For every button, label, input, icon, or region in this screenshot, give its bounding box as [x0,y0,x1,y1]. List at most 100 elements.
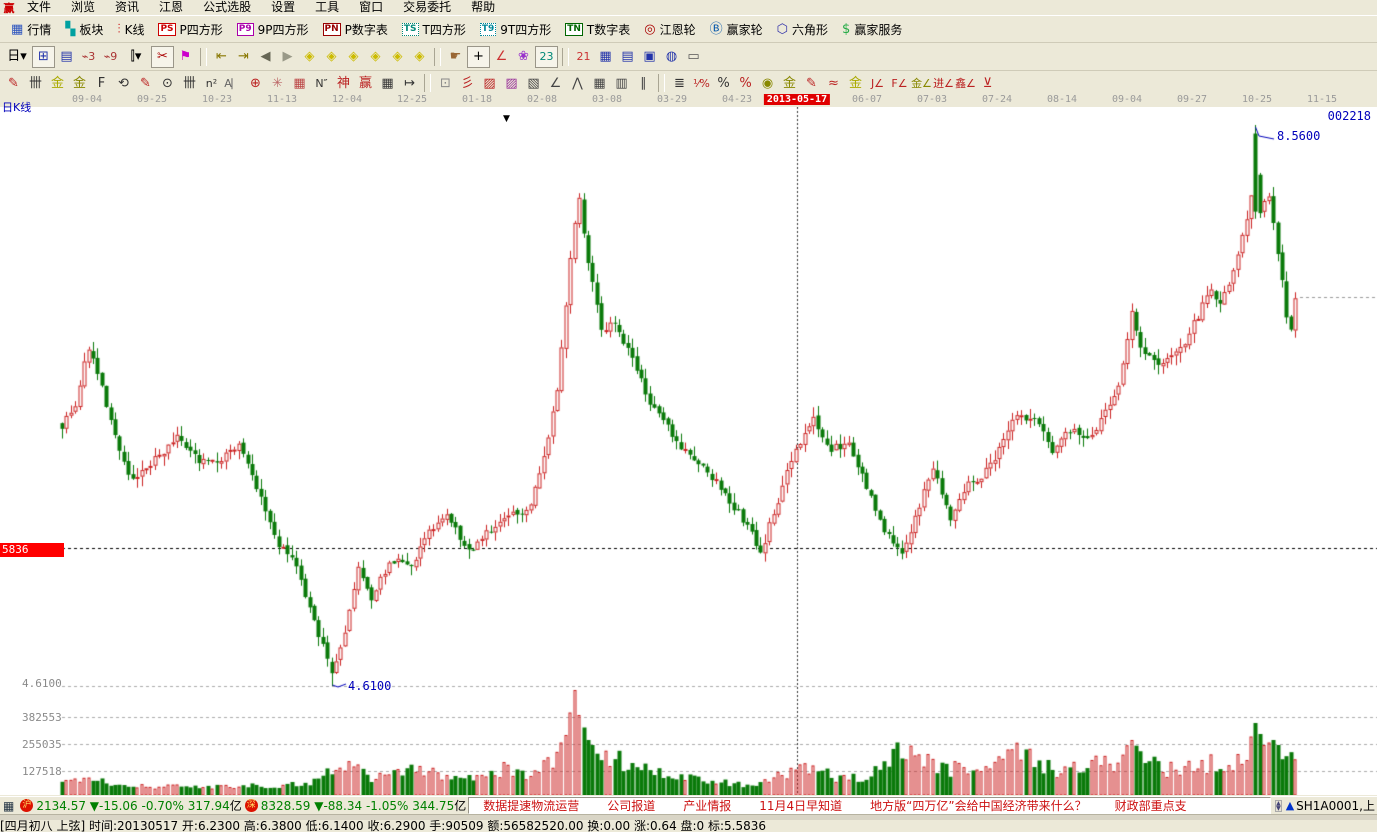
menu-item[interactable]: 工具 [305,0,349,15]
nav-toolbar-icon[interactable]: ▤ [56,47,77,67]
draw-tool-icon[interactable]: ✎ [801,73,822,93]
draw-tool-icon[interactable]: ▧ [523,73,544,93]
nav-toolbar-icon[interactable]: ◈ [409,47,430,67]
draw-tool-icon[interactable]: ✎ [135,73,156,93]
toolbar-main-button[interactable]: Ⓑ 赢家轮 [703,21,770,38]
toolbar-main-button[interactable]: $ 赢家服务 [835,21,909,38]
draw-tool-icon[interactable]: ▥ [611,73,632,93]
draw-tool-icon[interactable]: 卌 [25,73,46,93]
nav-toolbar-icon[interactable]: ⌁3 [78,47,99,67]
nav-toolbar-icon[interactable]: ▦ [595,47,616,67]
draw-tool-icon[interactable]: 金 [845,73,866,93]
menu-item[interactable]: 帮助 [461,0,505,15]
nav-toolbar-icon[interactable]: ⚑ [175,47,196,67]
menu-item[interactable]: 浏览 [61,0,105,15]
nav-toolbar-icon[interactable]: ⇥ [233,47,254,67]
draw-tool-icon[interactable]: N″ [311,73,332,93]
toolbar-main-button[interactable]: TN T数字表 [558,21,637,38]
news-ticker-link[interactable]: 数据提速物流运营 [483,797,579,814]
news-ticker-link[interactable]: 11月4日早知道 [759,797,842,814]
nav-toolbar-icon[interactable]: ▤ [617,47,638,67]
draw-tool-icon[interactable]: 神 [333,73,354,93]
draw-tool-icon[interactable]: ▦ [289,73,310,93]
news-ticker-link[interactable]: 公司报道 [607,797,655,814]
draw-tool-icon[interactable]: 赢 [355,73,376,93]
draw-tool-icon[interactable]: ∥ [633,73,654,93]
nav-toolbar-icon[interactable]: 21 [573,47,594,67]
menu-item[interactable]: 公式选股 [193,0,261,15]
draw-tool-icon[interactable]: ∠ [545,73,566,93]
toolbar-main-button[interactable]: T9 9T四方形 [473,21,558,38]
menu-item[interactable]: 资讯 [105,0,149,15]
draw-tool-icon[interactable]: 卌 [179,73,200,93]
draw-tool-icon[interactable]: J∠ [867,73,888,93]
nav-toolbar-icon[interactable] [434,48,441,66]
nav-toolbar-icon[interactable]: 日▾ [3,47,31,67]
nav-toolbar-icon[interactable]: ◈ [387,47,408,67]
draw-tool-icon[interactable]: ✳ [267,73,288,93]
draw-tool-icon[interactable]: ⋀ [567,73,588,93]
nav-toolbar-icon[interactable]: ⫿▾ [122,47,150,67]
chart-panel[interactable]: 4.6100 382553255035127518 002218 8.5600 … [0,107,1377,795]
draw-tool-icon[interactable]: ▨ [501,73,522,93]
toolbar-main-button[interactable]: P9 9P四方形 [230,21,316,38]
draw-tool-icon[interactable]: ▦ [377,73,398,93]
draw-tool-icon[interactable]: % [713,73,734,93]
draw-tool-icon[interactable]: F∠ [889,73,910,93]
draw-tool-icon[interactable]: ⊙ [157,73,178,93]
news-ticker-link[interactable]: 地方版“四万亿”会给中国经济带来什么？ [870,797,1086,814]
toolbar-main-button[interactable]: PS P四方形 [151,21,229,38]
ticker-spinner[interactable]: ▲▼ [1275,800,1282,812]
nav-toolbar-icon[interactable] [200,48,207,66]
draw-tool-icon[interactable]: ≣ [669,73,690,93]
menu-item[interactable]: 文件 [17,0,61,15]
draw-tool-icon[interactable]: 金 [69,73,90,93]
nav-toolbar-icon[interactable]: ❀ [513,47,534,67]
menu-item[interactable]: 窗口 [349,0,393,15]
toolbar-main-button[interactable]: ▚ 板块 [58,21,110,38]
nav-toolbar-icon[interactable]: ◈ [321,47,342,67]
nav-toolbar-icon[interactable]: ∠ [491,47,512,67]
news-ticker-link[interactable]: 产业情报 [683,797,731,814]
toolbar-main-button[interactable]: ▦ 行情 [4,21,58,38]
nav-toolbar-icon[interactable]: ☛ [445,47,466,67]
draw-tool-icon[interactable]: ⊻ [977,73,998,93]
nav-toolbar-icon[interactable]: ◈ [299,47,320,67]
draw-tool-icon[interactable]: 鑫∠ [955,73,976,93]
nav-toolbar-icon[interactable] [562,48,569,66]
toolbar-main-button[interactable]: PN P数字表 [316,21,395,38]
draw-tool-icon[interactable]: ≈ [823,73,844,93]
nav-toolbar-icon[interactable]: + [467,46,490,68]
draw-tool-icon[interactable]: 进∠ [933,73,954,93]
nav-toolbar-icon[interactable]: ✂ [151,46,174,68]
draw-tool-icon[interactable]: % [735,73,756,93]
toolbar-main-button[interactable]: ◎ 江恩轮 [637,21,702,38]
nav-toolbar-icon[interactable]: ◈ [343,47,364,67]
menu-item[interactable]: 江恩 [149,0,193,15]
draw-tool-icon[interactable]: ◉ [757,73,778,93]
draw-tool-icon[interactable]: A⎸ [223,73,244,93]
draw-tool-icon[interactable] [424,74,431,92]
draw-tool-icon[interactable]: ⊕ [245,73,266,93]
nav-toolbar-icon[interactable]: ⌁9 [100,47,121,67]
menu-item[interactable]: 设置 [261,0,305,15]
nav-toolbar-icon[interactable]: 23 [535,46,558,68]
draw-tool-icon[interactable] [658,74,665,92]
draw-tool-icon[interactable]: ▨ [479,73,500,93]
nav-toolbar-icon[interactable]: ⊞ [32,46,55,68]
draw-tool-icon[interactable]: 金 [47,73,68,93]
nav-toolbar-icon[interactable]: ◍ [661,47,682,67]
draw-tool-icon[interactable]: n² [201,73,222,93]
draw-tool-icon[interactable]: F [91,73,112,93]
nav-toolbar-icon[interactable]: ▶ [277,47,298,67]
toolbar-main-button[interactable]: ⬡ 六角形 [770,21,835,38]
draw-tool-icon[interactable]: 彡 [457,73,478,93]
nav-toolbar-icon[interactable]: ▭ [683,47,704,67]
kline-chart-canvas[interactable] [0,107,1377,795]
news-ticker-link[interactable]: 财政部重点支 [1115,797,1187,814]
draw-tool-icon[interactable]: ⟲ [113,73,134,93]
nav-toolbar-icon[interactable]: ◈ [365,47,386,67]
grid-icon[interactable]: ▦ [3,799,14,813]
menu-item[interactable]: 交易委托 [393,0,461,15]
nav-toolbar-icon[interactable]: ⇤ [211,47,232,67]
